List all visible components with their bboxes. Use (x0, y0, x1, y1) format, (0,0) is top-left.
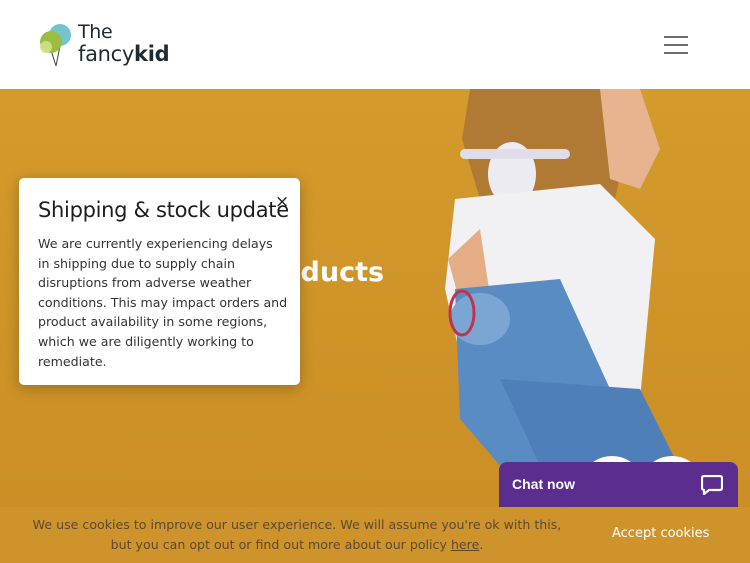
logo-wordmark: The fancykid (78, 21, 170, 66)
cookie-consent-bar: We use cookies to improve our user exper… (0, 507, 750, 563)
site-header: The fancykid (0, 0, 750, 89)
shipping-update-popup: Shipping & stock update × We are current… (19, 178, 300, 385)
accept-cookies-button[interactable]: Accept cookies (612, 526, 709, 541)
cookie-policy-link[interactable]: here (451, 537, 479, 552)
chat-now-label: Chat now (512, 476, 575, 492)
logo-text-fancykid: fancykid (78, 42, 170, 66)
hamburger-menu-icon[interactable] (664, 35, 688, 55)
chat-now-button[interactable]: Chat now (499, 462, 738, 507)
site-logo[interactable]: The fancykid (38, 20, 183, 72)
popup-title: Shipping & stock update (38, 198, 289, 222)
chat-bubble-icon (701, 475, 723, 495)
logo-text-the: The (78, 21, 113, 43)
cookie-message: We use cookies to improve our user exper… (32, 517, 562, 552)
close-icon[interactable]: × (275, 192, 289, 212)
balloons-logo-icon (40, 24, 71, 67)
popup-body-text: We are currently experiencing delays in … (38, 236, 288, 369)
